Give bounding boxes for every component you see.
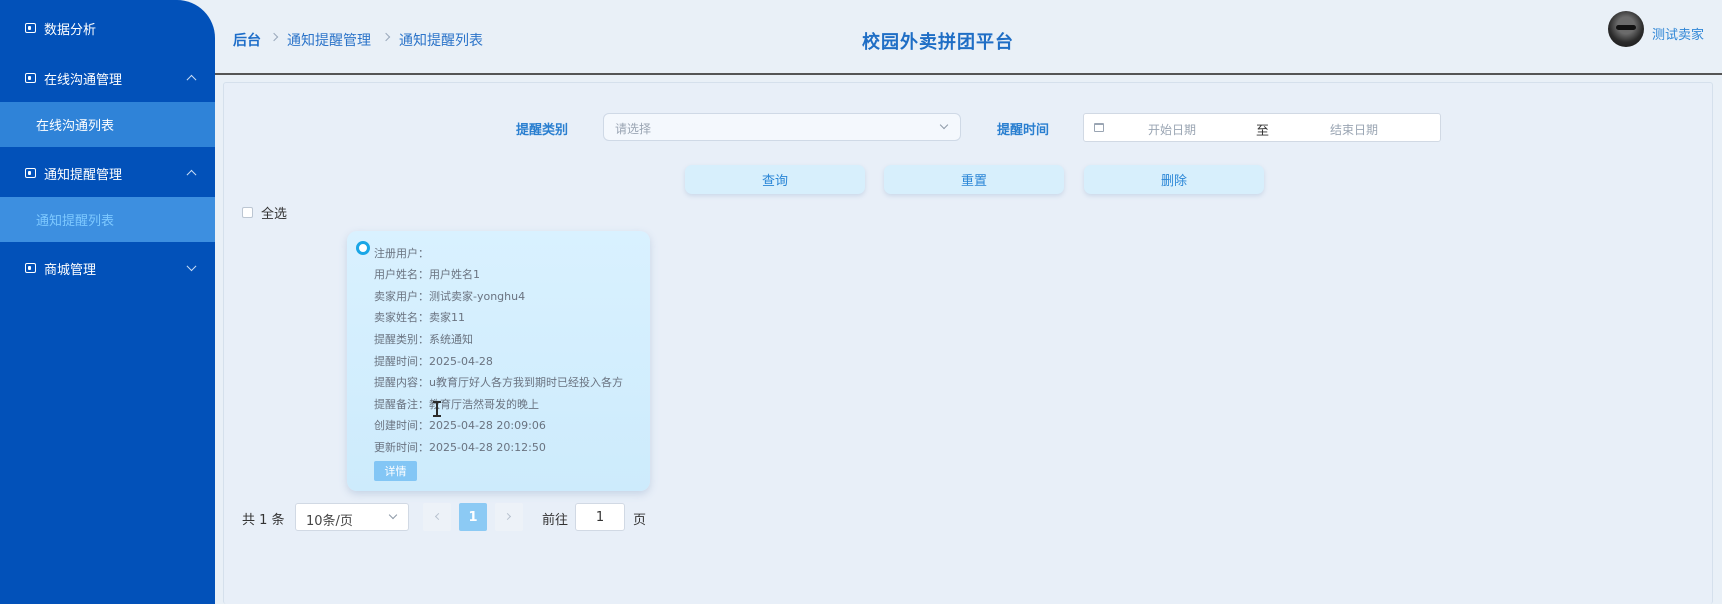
menu-icon <box>25 23 36 33</box>
goto-label: 前往 <box>542 513 569 528</box>
card-field-remark: 提醒备注：教育厅浩然哥发的晚上 <box>374 398 539 411</box>
user-name[interactable]: 测试卖家 <box>1652 24 1704 43</box>
main-panel: 提醒类别 请选择 提醒时间 开始日期 至 结束日期 查询 重置 删除 全选 注册… <box>223 82 1713 604</box>
category-label: 提醒类别 <box>516 123 569 138</box>
breadcrumb-home[interactable]: 后台 <box>233 30 261 50</box>
page-title: 校园外卖拼团平台 <box>862 32 1014 53</box>
query-button[interactable]: 查询 <box>685 165 865 194</box>
sidebar-subitem-online-chat-list[interactable]: 在线沟通列表 <box>0 102 215 147</box>
sidebar-subitem-label: 在线沟通列表 <box>36 119 115 134</box>
page-size-select[interactable]: 10条/页 <box>295 503 409 531</box>
sidebar: 数据分析 在线沟通管理 在线沟通列表 通知提醒管理 通知提醒列表 商城管理 <box>0 0 215 604</box>
page-suffix-label: 页 <box>633 513 647 528</box>
sidebar-subitem-label: 通知提醒列表 <box>36 214 115 229</box>
card-field-remind-time: 提醒时间：2025-04-28 <box>374 355 493 368</box>
time-label: 提醒时间 <box>997 123 1050 138</box>
sidebar-item-label: 商城管理 <box>44 262 97 278</box>
menu-icon <box>25 73 36 83</box>
date-range-picker[interactable]: 开始日期 至 结束日期 <box>1083 113 1441 142</box>
chevron-down-icon <box>388 510 398 520</box>
text-cursor-icon <box>433 401 441 417</box>
prev-page-button[interactable] <box>423 503 451 531</box>
chevron-up-icon <box>186 169 197 180</box>
sidebar-item-label: 数据分析 <box>44 22 97 38</box>
card-select-radio[interactable] <box>356 241 370 255</box>
select-all-checkbox[interactable]: 全选 <box>242 203 287 222</box>
end-date-input[interactable]: 结束日期 <box>1330 121 1378 138</box>
chevron-right-icon <box>503 512 512 521</box>
card-field-updated-time: 更新时间：2025-04-28 20:12:50 <box>374 441 546 454</box>
card-field-category: 提醒类别：系统通知 <box>374 333 473 346</box>
page-size-value: 10条/页 <box>306 514 353 529</box>
next-page-button[interactable] <box>495 503 523 531</box>
sidebar-item-online-chat-management[interactable]: 在线沟通管理 <box>0 54 215 102</box>
breadcrumb-notification-list: 通知提醒列表 <box>399 33 483 49</box>
category-select[interactable]: 请选择 <box>603 113 961 141</box>
chevron-right-icon <box>269 32 279 42</box>
category-select-placeholder: 请选择 <box>615 122 652 136</box>
card-field-created-time: 创建时间：2025-04-28 20:09:06 <box>374 419 546 432</box>
select-all-label: 全选 <box>261 207 288 222</box>
chevron-down-icon <box>939 120 949 130</box>
chevron-left-icon <box>434 512 443 521</box>
menu-icon <box>25 263 36 273</box>
sidebar-item-data-analysis[interactable]: 数据分析 <box>0 4 215 52</box>
avatar[interactable] <box>1608 11 1644 47</box>
goto-page-input[interactable]: 1 <box>575 503 625 531</box>
chevron-down-icon <box>186 261 197 272</box>
notification-card: 注册用户： 用户姓名：用户姓名1 卖家用户：测试卖家-yonghu4 卖家姓名：… <box>347 231 650 491</box>
calendar-icon <box>1094 123 1104 132</box>
start-date-input[interactable]: 开始日期 <box>1148 121 1196 138</box>
range-separator: 至 <box>1256 124 1270 139</box>
sidebar-item-mall-management[interactable]: 商城管理 <box>0 244 215 292</box>
sidebar-item-notification-management[interactable]: 通知提醒管理 <box>0 149 215 197</box>
sidebar-subitem-notification-list[interactable]: 通知提醒列表 <box>0 197 215 242</box>
chevron-up-icon <box>186 74 197 85</box>
card-field-registered-user: 注册用户： <box>374 247 429 260</box>
chevron-right-icon <box>381 32 391 42</box>
delete-button[interactable]: 删除 <box>1084 165 1264 194</box>
sidebar-item-label: 通知提醒管理 <box>44 167 123 183</box>
card-field-seller-name: 卖家姓名：卖家11 <box>374 311 465 324</box>
checkbox-icon <box>242 207 253 218</box>
card-field-user-name: 用户姓名：用户姓名1 <box>374 268 480 281</box>
sidebar-item-label: 在线沟通管理 <box>44 72 123 88</box>
reset-button[interactable]: 重置 <box>884 165 1064 194</box>
page-number-current[interactable]: 1 <box>459 503 487 531</box>
card-field-seller-user: 卖家用户：测试卖家-yonghu4 <box>374 290 526 303</box>
detail-button[interactable]: 详情 <box>374 461 417 481</box>
header: 后台 通知提醒管理 通知提醒列表 校园外卖拼团平台 测试卖家 <box>215 0 1722 75</box>
pagination-total: 共 1 条 <box>242 513 285 528</box>
card-field-content: 提醒内容：u教育厅好人各方我到期时已经投入各方 <box>374 376 623 389</box>
menu-icon <box>25 168 36 178</box>
breadcrumb-notification-management[interactable]: 通知提醒管理 <box>287 30 371 50</box>
